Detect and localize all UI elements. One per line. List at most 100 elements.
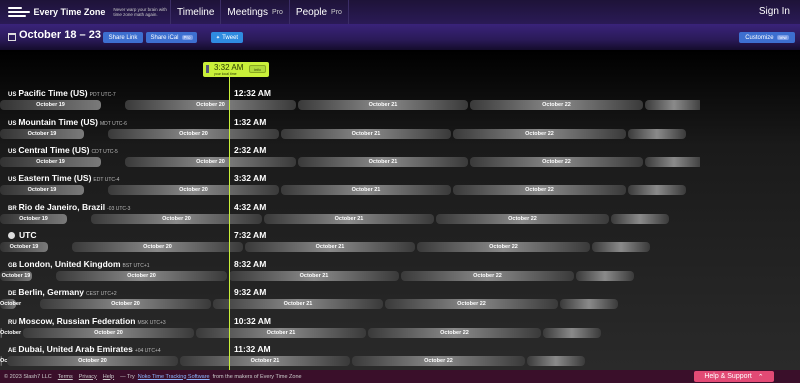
day-timeline[interactable]: October 19 October 20October 21October 22 — [0, 185, 700, 195]
day-segment[interactable]: October 21 — [213, 299, 383, 309]
day-timeline[interactable]: October 19 October 20October 21October 22 — [0, 157, 700, 167]
day-segment[interactable] — [543, 328, 601, 338]
day-segment[interactable]: October 20 — [56, 271, 227, 281]
timezone-abbrev: BST UTC+1 — [122, 263, 150, 269]
help-link[interactable]: Help — [103, 374, 114, 380]
day-segment[interactable]: October 21 — [196, 328, 366, 338]
day-timeline[interactable]: October 19 October 20October 21October 22 — [0, 299, 700, 309]
current-time-marker[interactable]: 3:32 AM your local time info — [203, 62, 269, 77]
day-segment[interactable]: October 21 — [264, 214, 434, 224]
day-segment[interactable]: October 19 — [0, 214, 67, 224]
day-timeline[interactable]: October 19October 20October 21October 22 — [0, 328, 700, 338]
logo[interactable]: Every Time Zone Never warp your brain wi… — [0, 0, 170, 24]
week-range[interactable]: October 18 – 23 — [19, 29, 101, 41]
day-timeline[interactable]: October 19October 20October 21October 22 — [0, 356, 700, 366]
sign-in-link[interactable]: Sign In — [759, 6, 790, 17]
tweet-button[interactable]: ✦ Tweet — [211, 32, 243, 43]
share-ical-label: Share iCal — [150, 34, 179, 41]
day-timeline[interactable]: October 19 October 20October 21October 22 — [0, 214, 700, 224]
day-segment[interactable]: October 20 — [23, 328, 194, 338]
day-segment[interactable] — [560, 299, 618, 309]
day-segment[interactable]: October 22 — [470, 100, 643, 110]
timezone-name: UTC — [19, 230, 37, 240]
share-ical-button[interactable]: Share iCal Pro — [146, 32, 197, 43]
day-segment[interactable] — [592, 242, 650, 252]
day-segment[interactable]: October 21 — [281, 185, 451, 195]
timezone-label[interactable]: AE Dubai, United Arab Emirates +04 UTC+4 — [8, 344, 161, 354]
day-segment[interactable]: October 19 — [0, 157, 101, 167]
nav-people-label: People — [295, 6, 328, 18]
day-segment[interactable]: October 20 — [7, 356, 178, 366]
day-segment[interactable]: October 22 — [470, 157, 643, 167]
day-timeline[interactable]: October 19 October 20October 21October 22 — [0, 129, 700, 139]
day-segment[interactable]: October 21 — [229, 271, 399, 281]
day-segment[interactable]: October 22 — [368, 328, 541, 338]
day-segment[interactable]: October 22 — [453, 185, 626, 195]
timezone-label[interactable]: US Pacific Time (US) PDT UTC-7 — [8, 88, 116, 98]
timezone-label[interactable]: US Eastern Time (US) EDT UTC-4 — [8, 173, 119, 183]
nav-meetings[interactable]: Meetings Pro — [220, 0, 288, 24]
terms-link[interactable]: Terms — [58, 374, 73, 380]
help-support-button[interactable]: Help & Support ⌃ — [694, 371, 774, 382]
day-segment[interactable]: October 19 — [0, 271, 32, 281]
day-segment[interactable]: October 21 — [298, 157, 468, 167]
day-segment[interactable]: October 19 — [0, 129, 84, 139]
timezone-abbrev: PDT UTC-7 — [89, 92, 116, 98]
pro-badge: Pro — [272, 8, 283, 16]
timezone-label[interactable]: UTC — [8, 230, 38, 240]
info-button[interactable]: info — [249, 65, 266, 73]
day-segment[interactable]: October 19 — [0, 299, 21, 309]
logo-icon — [8, 6, 30, 18]
timezone-time: 3:32 AM — [234, 173, 267, 183]
day-segment[interactable]: October 22 — [385, 299, 558, 309]
timezone-label[interactable]: DE Berlin, Germany CEST UTC+2 — [8, 287, 117, 297]
day-segment[interactable] — [527, 356, 585, 366]
day-segment[interactable] — [611, 214, 669, 224]
day-segment[interactable]: October 20 — [125, 100, 296, 110]
day-segment[interactable]: October 20 — [72, 242, 243, 252]
timezone-label[interactable]: GB London, United Kingdom BST UTC+1 — [8, 259, 150, 269]
share-link-button[interactable]: Share Link — [103, 32, 143, 43]
day-timeline[interactable]: October 19 October 20October 21October 22 — [0, 100, 700, 110]
logo-title: Every Time Zone — [33, 7, 106, 17]
day-segment[interactable] — [628, 129, 686, 139]
privacy-link[interactable]: Privacy — [79, 374, 97, 380]
customize-button[interactable]: Customize new — [739, 32, 795, 43]
day-segment[interactable]: October 22 — [401, 271, 574, 281]
drag-handle-icon[interactable] — [206, 65, 209, 73]
nav-timeline[interactable]: Timeline — [170, 0, 220, 24]
day-segment[interactable]: October 21 — [298, 100, 468, 110]
day-segment[interactable]: October 20 — [91, 214, 262, 224]
new-badge: new — [776, 35, 789, 40]
day-segment[interactable] — [645, 157, 700, 167]
day-segment[interactable]: October 22 — [417, 242, 590, 252]
day-segment[interactable]: October 20 — [108, 185, 279, 195]
timezone-label[interactable]: US Central Time (US) CDT UTC-5 — [8, 145, 118, 155]
timezone-label[interactable]: BR Rio de Janeiro, Brazil -03 UTC-3 — [8, 202, 130, 212]
day-segment[interactable]: October 19 — [0, 328, 21, 338]
day-segment[interactable]: October 20 — [108, 129, 279, 139]
timezone-label[interactable]: US Mountain Time (US) MDT UTC-6 — [8, 117, 127, 127]
day-segment[interactable]: October 21 — [180, 356, 350, 366]
day-segment[interactable]: October 22 — [436, 214, 609, 224]
day-segment[interactable]: October 21 — [245, 242, 415, 252]
promo-link[interactable]: Noko Time Tracking Software — [138, 374, 210, 380]
timezone-abbrev: -03 UTC-3 — [107, 206, 131, 212]
day-segment[interactable]: October 20 — [125, 157, 296, 167]
nav-people[interactable]: People Pro — [288, 0, 349, 24]
day-timeline[interactable]: October 19 October 20October 21October 22 — [0, 271, 700, 281]
day-segment[interactable]: October 20 — [40, 299, 211, 309]
day-segment[interactable]: October 22 — [453, 129, 626, 139]
day-segment[interactable]: October 22 — [352, 356, 525, 366]
day-segment[interactable]: October 19 — [0, 100, 101, 110]
day-segment[interactable] — [645, 100, 700, 110]
timezone-label[interactable]: RU Moscow, Russian Federation MSK UTC+3 — [8, 316, 166, 326]
day-segment[interactable] — [576, 271, 634, 281]
day-segment[interactable]: October 19 — [0, 242, 48, 252]
day-segment[interactable]: October 19 — [0, 356, 21, 366]
day-timeline[interactable]: October 19 October 20October 21October 22 — [0, 242, 700, 252]
day-segment[interactable]: October 21 — [281, 129, 451, 139]
calendar-icon[interactable] — [8, 33, 16, 41]
day-segment[interactable] — [628, 185, 686, 195]
day-segment[interactable]: October 19 — [0, 185, 84, 195]
